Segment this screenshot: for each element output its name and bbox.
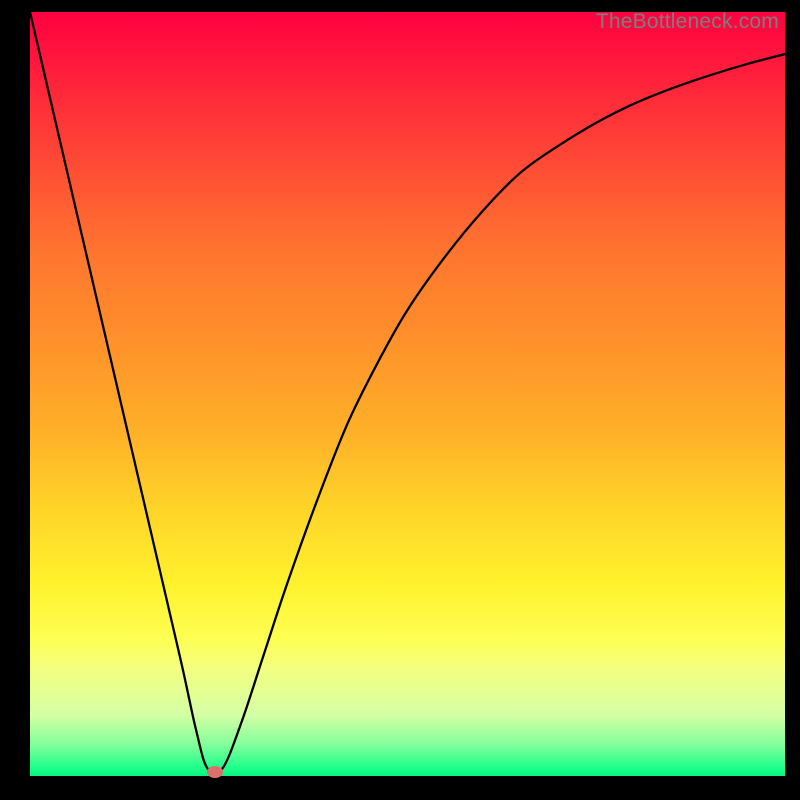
plot-area: TheBottleneck.com [30, 12, 785, 776]
bottleneck-curve [30, 12, 785, 776]
minimum-marker-icon [207, 766, 223, 778]
chart-stage: TheBottleneck.com [0, 0, 800, 800]
